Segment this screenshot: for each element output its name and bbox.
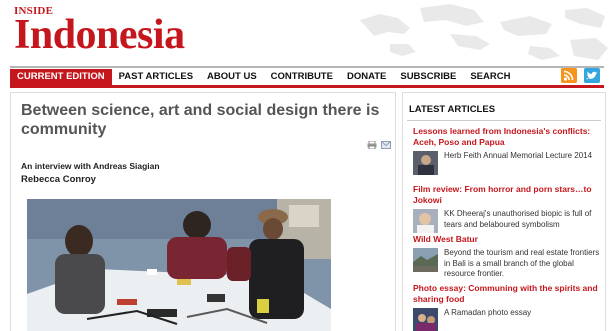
article-panel: Between science, art and social design t…	[10, 92, 396, 331]
sidebar-article: Film review: From horror and porn stars……	[413, 184, 603, 233]
sidebar-article-title[interactable]: Film review: From horror and porn stars……	[413, 184, 603, 206]
article-thumbnail[interactable]	[413, 308, 438, 331]
site-logo[interactable]: INSIDE Indonesia	[14, 6, 185, 58]
nav-search[interactable]: SEARCH	[463, 69, 517, 85]
sidebar-article-title[interactable]: Lessons learned from Indonesia's conflic…	[413, 126, 603, 148]
email-icon[interactable]	[381, 141, 391, 149]
nav-contribute[interactable]: CONTRIBUTE	[264, 69, 340, 85]
main-nav: CURRENT EDITION PAST ARTICLES ABOUT US C…	[10, 68, 604, 85]
nav-past-articles[interactable]: PAST ARTICLES	[112, 69, 200, 85]
latest-articles-sidebar: LATEST ARTICLES Lessons learned from Ind…	[402, 92, 606, 331]
nav-bottom-divider	[10, 85, 604, 88]
article-thumbnail[interactable]	[413, 209, 438, 233]
sidebar-article-desc: KK Dheeraj's unauthorised biopic is full…	[444, 209, 592, 229]
sidebar-divider	[407, 120, 601, 121]
site-header: INSIDE Indonesia	[0, 0, 612, 66]
sidebar-heading: LATEST ARTICLES	[409, 104, 496, 115]
sidebar-article: Lessons learned from Indonesia's conflic…	[413, 126, 603, 175]
sidebar-article: Wild West Batur Beyond the tourism and r…	[413, 234, 603, 280]
article-subtitle: An interview with Andreas Siagian	[21, 161, 160, 171]
article-author: Rebecca Conroy	[21, 174, 96, 185]
sidebar-article: Photo essay: Communing with the spirits …	[413, 283, 603, 331]
world-map-background	[360, 4, 608, 60]
article-photo	[27, 199, 331, 331]
nav-current-edition[interactable]: CURRENT EDITION	[10, 68, 112, 85]
print-icon[interactable]	[367, 141, 377, 149]
sidebar-article-title[interactable]: Photo essay: Communing with the spirits …	[413, 283, 603, 305]
nav-donate[interactable]: DONATE	[340, 69, 393, 85]
sidebar-article-desc: Herb Feith Annual Memorial Lecture 2014	[444, 151, 593, 160]
nav-subscribe[interactable]: SUBSCRIBE	[393, 69, 463, 85]
rss-icon[interactable]	[561, 68, 577, 83]
logo-big-text: Indonesia	[14, 12, 185, 58]
sidebar-article-title[interactable]: Wild West Batur	[413, 234, 603, 245]
article-title: Between science, art and social design t…	[21, 102, 380, 138]
article-thumbnail[interactable]	[413, 248, 438, 272]
twitter-icon[interactable]	[584, 68, 600, 83]
article-thumbnail[interactable]	[413, 151, 438, 175]
sidebar-article-desc: Beyond the tourism and real estate front…	[444, 248, 600, 278]
sidebar-article-desc: A Ramadan photo essay	[444, 308, 532, 317]
nav-about-us[interactable]: ABOUT US	[200, 69, 264, 85]
